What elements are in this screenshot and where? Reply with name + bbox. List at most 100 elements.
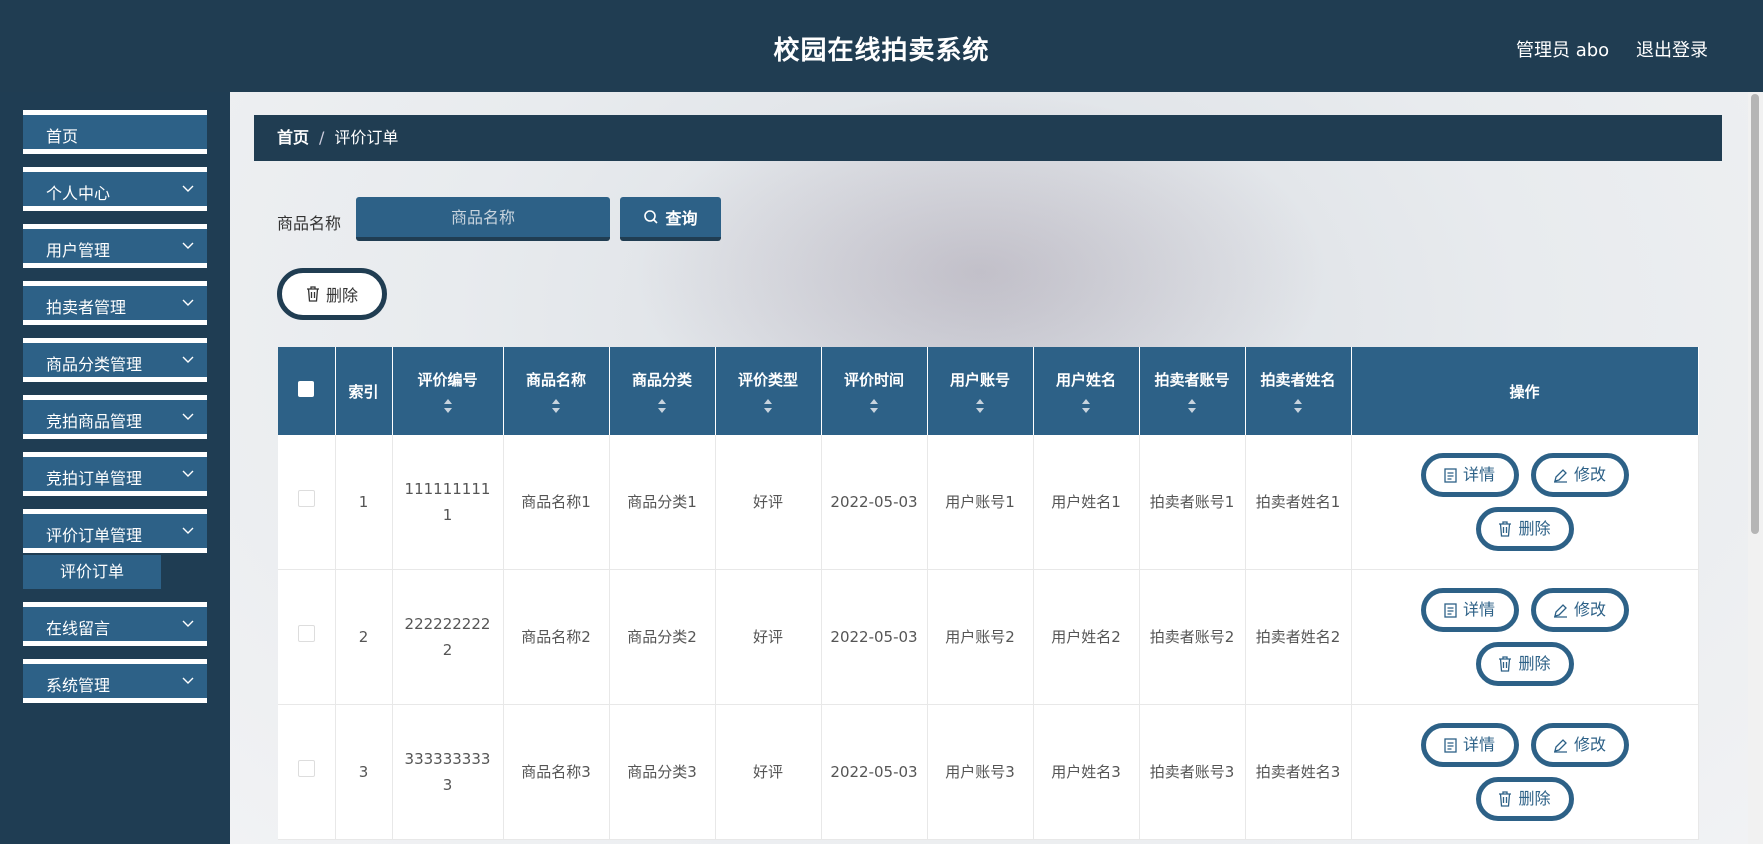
column-header: 索引 bbox=[335, 347, 393, 435]
cell-account: 用户账号2 bbox=[927, 569, 1034, 705]
chevron-down-icon bbox=[182, 356, 194, 363]
select-all-checkbox[interactable] bbox=[298, 381, 315, 397]
column-header: 评价编号 bbox=[392, 347, 504, 435]
sidebar-item-label: 竞拍商品管理 bbox=[46, 412, 143, 431]
cell-index: 2 bbox=[335, 569, 393, 705]
batch-delete-label: 删除 bbox=[325, 286, 358, 305]
sidebar-item-8[interactable]: 在线留言 bbox=[23, 602, 207, 646]
column-header-label: 用户姓名 bbox=[1055, 370, 1116, 389]
sort-icon[interactable] bbox=[869, 398, 879, 414]
column-header-label: 评价类型 bbox=[737, 370, 798, 389]
delete-label: 删除 bbox=[1518, 654, 1551, 673]
sidebar-item-label: 拍卖者管理 bbox=[46, 298, 127, 317]
detail-label: 详情 bbox=[1462, 465, 1495, 484]
breadcrumb-home[interactable]: 首页 bbox=[277, 128, 309, 147]
detail-button[interactable]: 详情 bbox=[1420, 588, 1519, 632]
chevron-down-icon bbox=[182, 299, 194, 306]
sort-icon[interactable] bbox=[1187, 398, 1197, 414]
delete-label: 删除 bbox=[1518, 519, 1551, 538]
sidebar-item-9[interactable]: 系统管理 bbox=[23, 659, 207, 703]
sidebar-subitem-review-orders[interactable]: 评价订单 bbox=[23, 555, 161, 589]
cell-goods: 商品名称2 bbox=[503, 569, 610, 705]
search-button[interactable]: 查询 bbox=[620, 197, 721, 241]
row-delete-button[interactable]: 删除 bbox=[1475, 507, 1574, 551]
column-header: 用户账号 bbox=[927, 347, 1034, 435]
cell-seller_account: 拍卖者账号2 bbox=[1139, 569, 1246, 705]
cell-category: 商品分类2 bbox=[609, 569, 716, 705]
sidebar-item-label: 评价订单管理 bbox=[46, 526, 143, 545]
row-checkbox[interactable] bbox=[297, 490, 315, 507]
edit-button[interactable]: 修改 bbox=[1530, 588, 1629, 632]
cell-goods: 商品名称1 bbox=[503, 435, 610, 570]
app-title: 校园在线拍卖系统 bbox=[773, 36, 990, 66]
row-actions: 详情 修改删除 bbox=[1351, 435, 1699, 570]
sidebar: 首页个人中心用户管理拍卖者管理商品分类管理 竞拍商品管理竞拍订单管理评价订单管理评… bbox=[0, 92, 230, 844]
chevron-down-icon bbox=[182, 185, 194, 192]
detail-label: 详情 bbox=[1462, 600, 1495, 619]
search-input[interactable] bbox=[356, 197, 610, 241]
sidebar-item-2[interactable]: 用户管理 bbox=[23, 224, 207, 268]
trash-icon bbox=[1499, 656, 1512, 672]
cell-name: 用户姓名3 bbox=[1033, 704, 1140, 840]
column-header-label: 评价编号 bbox=[417, 370, 478, 389]
column-header-label: 评价时间 bbox=[843, 370, 904, 389]
sort-icon[interactable] bbox=[763, 398, 773, 414]
trash-icon bbox=[1499, 521, 1512, 537]
sort-icon[interactable] bbox=[443, 398, 453, 414]
chevron-down-icon bbox=[182, 620, 194, 627]
edit-label: 修改 bbox=[1573, 465, 1606, 484]
cell-goods: 商品名称3 bbox=[503, 704, 610, 840]
cell-time: 2022-05-03 bbox=[821, 435, 928, 570]
sidebar-item-label: 商品分类管理 bbox=[46, 355, 143, 374]
sidebar-item-6[interactable]: 竞拍订单管理 bbox=[23, 452, 207, 496]
cell-time: 2022-05-03 bbox=[821, 569, 928, 705]
detail-button[interactable]: 详情 bbox=[1420, 453, 1519, 497]
row-delete-button[interactable]: 删除 bbox=[1475, 642, 1574, 686]
column-header-label: 拍卖者姓名 bbox=[1260, 370, 1336, 389]
sort-icon[interactable] bbox=[1293, 398, 1303, 414]
scrollbar-thumb[interactable] bbox=[1751, 94, 1759, 534]
edit-label: 修改 bbox=[1573, 600, 1606, 619]
row-actions: 详情 修改删除 bbox=[1351, 704, 1699, 840]
detail-button[interactable]: 详情 bbox=[1420, 723, 1519, 767]
chevron-down-icon bbox=[182, 242, 194, 249]
cell-type: 好评 bbox=[715, 569, 822, 705]
cell-code: 2222222222 bbox=[392, 569, 504, 705]
detail-label: 详情 bbox=[1462, 735, 1495, 754]
sidebar-item-4[interactable]: 商品分类管理 bbox=[23, 338, 207, 382]
sidebar-menu: 首页个人中心用户管理拍卖者管理商品分类管理 竞拍商品管理竞拍订单管理评价订单管理评… bbox=[23, 110, 207, 716]
column-header: 拍卖者姓名 bbox=[1245, 347, 1352, 435]
sidebar-item-5[interactable]: 竞拍商品管理 bbox=[23, 395, 207, 439]
cell-seller_account: 拍卖者账号3 bbox=[1139, 704, 1246, 840]
edit-button[interactable]: 修改 bbox=[1530, 453, 1629, 497]
cell-name: 用户姓名1 bbox=[1033, 435, 1140, 570]
cell-type: 好评 bbox=[715, 704, 822, 840]
top-bar: 校园在线拍卖系统 管理员 abo 退出登录 bbox=[0, 0, 1763, 92]
sidebar-item-3[interactable]: 拍卖者管理 bbox=[23, 281, 207, 325]
sidebar-item-1[interactable]: 个人中心 bbox=[23, 167, 207, 211]
chevron-down-icon bbox=[182, 470, 194, 477]
sidebar-item-0[interactable]: 首页 bbox=[23, 110, 207, 154]
cell-seller_name: 拍卖者姓名1 bbox=[1245, 435, 1352, 570]
batch-delete-button[interactable]: 删除 bbox=[277, 268, 387, 320]
table-row: 1 1111111111 商品名称1 商品分类1 好评 2022-05-03 用户账号1 用户… bbox=[278, 435, 1699, 570]
logout-link[interactable]: 退出登录 bbox=[1636, 36, 1708, 62]
row-delete-button[interactable]: 删除 bbox=[1475, 777, 1574, 821]
edit-button[interactable]: 修改 bbox=[1530, 723, 1629, 767]
sidebar-item-7[interactable]: 评价订单管理 bbox=[23, 509, 207, 553]
column-header-label: 用户账号 bbox=[949, 370, 1010, 389]
breadcrumb-separator: / bbox=[319, 128, 325, 147]
document-icon bbox=[1444, 467, 1457, 483]
row-checkbox[interactable] bbox=[297, 625, 315, 642]
reviews-table: 索引 评价编号 商品名称 商品分类 评价类型 评价时间 用户账号 用户姓名 拍卖者账号 拍卖者姓名… bbox=[278, 347, 1699, 840]
delete-label: 删除 bbox=[1518, 789, 1551, 808]
sort-icon[interactable] bbox=[551, 398, 561, 414]
sort-icon[interactable] bbox=[657, 398, 667, 414]
sort-icon[interactable] bbox=[1081, 398, 1091, 414]
page-scrollbar[interactable] bbox=[1748, 92, 1763, 844]
column-header: 商品名称 bbox=[503, 347, 610, 435]
row-checkbox[interactable] bbox=[297, 760, 315, 777]
sort-icon[interactable] bbox=[975, 398, 985, 414]
cell-category: 商品分类3 bbox=[609, 704, 716, 840]
cell-index: 3 bbox=[335, 704, 393, 840]
